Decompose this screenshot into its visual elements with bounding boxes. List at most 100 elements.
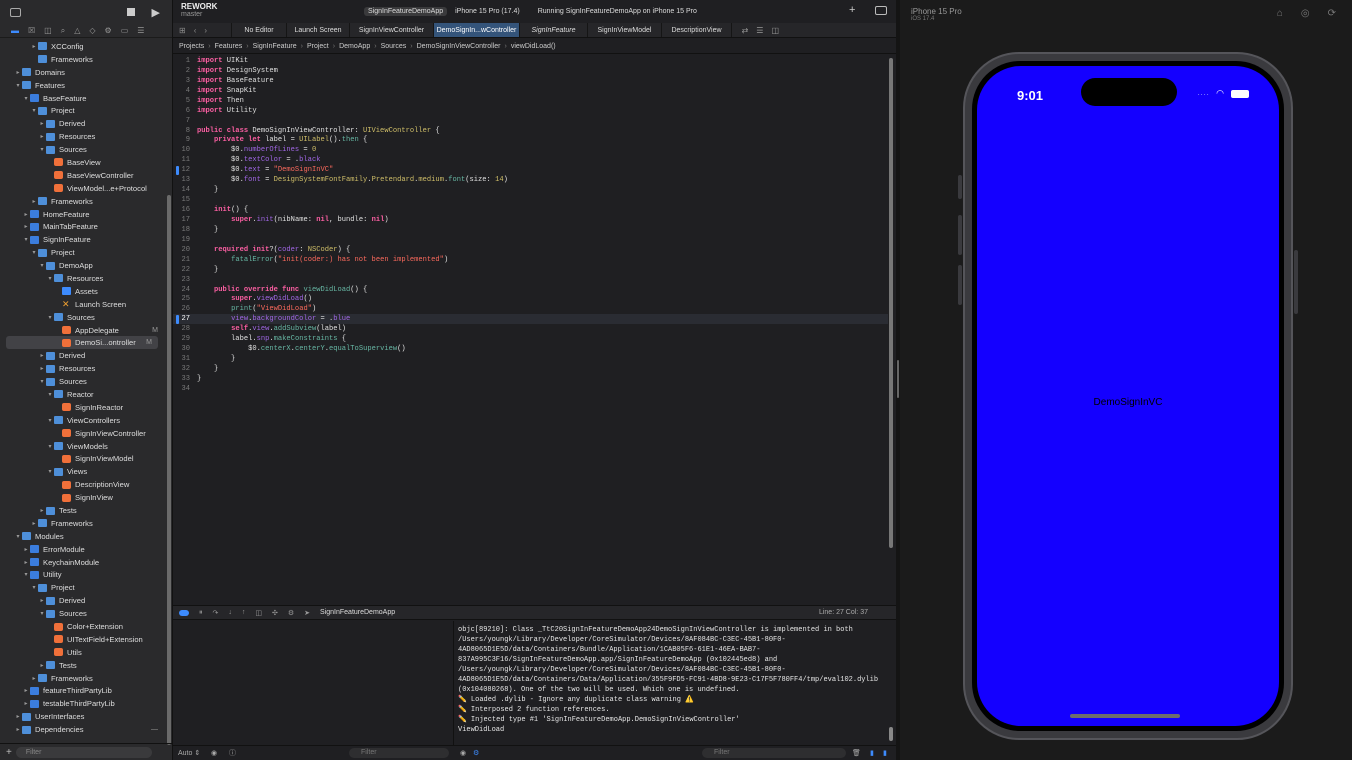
tree-item[interactable]: SignInViewModel <box>0 453 164 466</box>
code-line[interactable]: 11 $0. textColor = . black <box>173 155 888 165</box>
tree-item[interactable]: ▾ Sources <box>0 311 164 324</box>
jumpbar-item[interactable]: DemoApp <box>339 43 370 50</box>
console-scrollbar[interactable] <box>889 727 893 741</box>
jumpbar-item[interactable]: Project <box>307 43 329 50</box>
debug-target[interactable]: SignInFeatureDemoApp <box>320 609 395 616</box>
editor-tab[interactable]: No Editor <box>231 23 286 37</box>
scheme-selector[interactable]: SignInFeatureDemoApp <box>364 7 448 16</box>
forward-icon[interactable]: › <box>204 26 207 35</box>
tree-item[interactable]: ▸ Frameworks <box>0 517 164 530</box>
code-line[interactable]: 4 import SnapKit <box>173 86 888 96</box>
tree-item[interactable]: ▸ testableThirdPartyLib <box>0 697 164 710</box>
tree-item[interactable]: ▸ Dependencies — <box>0 723 164 736</box>
tree-item[interactable]: SignInViewController <box>0 427 164 440</box>
code-line[interactable]: 14 } <box>173 185 888 195</box>
eye-icon-console[interactable]: ◉ <box>460 749 466 757</box>
chevron-right-icon[interactable]: ▸ <box>30 198 38 205</box>
rotate-icon[interactable]: ⟳ <box>1328 8 1336 19</box>
project-navigator-icon[interactable]: ▬ <box>11 26 19 35</box>
refresh-icon[interactable]: ⇄ <box>742 26 749 35</box>
source-editor[interactable]: 1 import UIKit 2 import DesignSystem 3 import… <box>173 56 888 604</box>
step-over-icon[interactable]: ↷ <box>213 609 219 617</box>
chevron-right-icon[interactable]: ▸ <box>38 597 46 604</box>
chevron-down-icon[interactable]: ▾ <box>30 107 38 114</box>
action-button[interactable] <box>958 175 962 199</box>
chevron-right-icon[interactable]: ▸ <box>22 687 30 694</box>
tree-item[interactable]: ▸ Domains <box>0 66 164 79</box>
tree-item[interactable]: Color+Extension <box>0 620 164 633</box>
branch-name[interactable]: master <box>181 11 217 19</box>
inspector-toggle-icon[interactable] <box>875 6 887 15</box>
chevron-right-icon[interactable]: ▸ <box>14 713 22 720</box>
jumpbar-item[interactable]: SignInFeature <box>253 43 297 50</box>
tree-item[interactable]: DemoSi...ontroller M <box>6 336 158 350</box>
stop-button[interactable] <box>127 8 135 16</box>
code-line[interactable]: 25 super. viewDidLoad() <box>173 295 888 305</box>
tree-item[interactable]: ▸ UserInterfaces <box>0 710 164 723</box>
home-icon[interactable]: ⌂ <box>1277 8 1283 19</box>
chevron-down-icon[interactable]: ▾ <box>46 417 54 424</box>
chevron-right-icon[interactable]: ▸ <box>30 43 38 50</box>
split-editor-icon[interactable]: ◫ <box>771 26 779 35</box>
volume-up-button[interactable] <box>958 215 962 255</box>
collapse-indicator[interactable]: — <box>151 726 158 733</box>
tree-item[interactable]: ▾ Project <box>0 246 164 259</box>
code-line[interactable]: 12 $0. text = "DemoSignInVC" <box>173 165 888 175</box>
tree-item[interactable]: Assets <box>0 285 164 298</box>
tree-item[interactable]: ▾ DemoApp <box>0 259 164 272</box>
tree-item[interactable]: Utils <box>0 646 164 659</box>
test-icon[interactable]: ◇ <box>89 26 95 35</box>
split-left-icon[interactable]: ▮ <box>870 749 874 757</box>
screenshot-icon[interactable]: ◎ <box>1301 8 1310 19</box>
lines-icon[interactable]: ☰ <box>756 26 763 35</box>
source-control-icon[interactable]: ☒ <box>28 26 35 35</box>
code-line[interactable]: 18 } <box>173 225 888 235</box>
run-button[interactable]: ▶ <box>152 6 160 19</box>
console-filter-input[interactable]: Filter <box>702 748 846 758</box>
info-icon[interactable]: ⓘ <box>229 748 236 758</box>
chevron-right-icon[interactable]: ▸ <box>38 365 46 372</box>
tree-item[interactable]: ▸ HomeFeature <box>0 208 164 221</box>
code-line[interactable]: 22 } <box>173 265 888 275</box>
tree-item[interactable]: BaseView <box>0 156 164 169</box>
issue-icon[interactable]: △ <box>74 26 80 35</box>
chevron-down-icon[interactable]: ▾ <box>38 146 46 153</box>
auto-selector[interactable]: Auto ⇕ <box>178 749 200 757</box>
code-line[interactable]: 26 print("ViewDidLoad") <box>173 304 888 314</box>
chevron-right-icon[interactable]: ▸ <box>38 352 46 359</box>
chevron-down-icon[interactable]: ▾ <box>46 391 54 398</box>
code-line[interactable]: 6 import Utility <box>173 106 888 116</box>
tree-item[interactable]: ✕ Launch Screen <box>0 298 164 311</box>
tree-item[interactable]: SignInReactor <box>0 401 164 414</box>
tree-item[interactable]: AppDelegate M <box>0 324 164 337</box>
chevron-right-icon[interactable]: ▸ <box>14 69 22 76</box>
tree-item[interactable]: ▾ Project <box>0 581 164 594</box>
step-out-icon[interactable]: ↑ <box>242 609 246 616</box>
navigator-filter-input[interactable]: Filter <box>15 746 152 758</box>
code-line[interactable]: 3 import BaseFeature <box>173 76 888 86</box>
tree-item[interactable]: ▸ Frameworks <box>0 672 164 685</box>
eye-icon[interactable]: ◉ <box>211 749 217 757</box>
chevron-down-icon[interactable]: ▾ <box>46 443 54 450</box>
code-line[interactable]: 17 super. init (nibName: nil, bundle: nil) <box>173 215 888 225</box>
tree-item[interactable]: ▾ Utility <box>0 569 164 582</box>
jumpbar-item[interactable]: DemoSignInViewController <box>417 43 501 50</box>
console-output[interactable]: objc[89210]: Class _TtC20SignInFeatureDe… <box>455 621 888 745</box>
code-line[interactable]: 15 <box>173 195 888 205</box>
variables-view[interactable] <box>173 621 454 745</box>
chevron-right-icon[interactable]: ▸ <box>22 546 30 553</box>
tree-item[interactable]: ▸ Resources <box>0 362 164 375</box>
code-line[interactable]: 9 private let label = UILabel (). then { <box>173 136 888 146</box>
tree-item[interactable]: ▾ ViewControllers <box>0 414 164 427</box>
chevron-right-icon[interactable]: ▸ <box>22 211 30 218</box>
code-line[interactable]: 33} <box>173 374 888 384</box>
chevron-right-icon[interactable]: ▸ <box>38 133 46 140</box>
chevron-down-icon[interactable]: ▾ <box>14 533 22 540</box>
navigator-scrollbar[interactable] <box>167 195 171 745</box>
grid-icon[interactable]: ⊞ <box>179 26 186 35</box>
debug-toggle-icon[interactable] <box>179 609 189 616</box>
memory-graph-icon[interactable]: ✣ <box>272 609 278 617</box>
tree-item[interactable]: ▸ Tests <box>0 504 164 517</box>
chevron-down-icon[interactable]: ▾ <box>30 249 38 256</box>
tree-item[interactable]: ▸ Derived <box>0 117 164 130</box>
